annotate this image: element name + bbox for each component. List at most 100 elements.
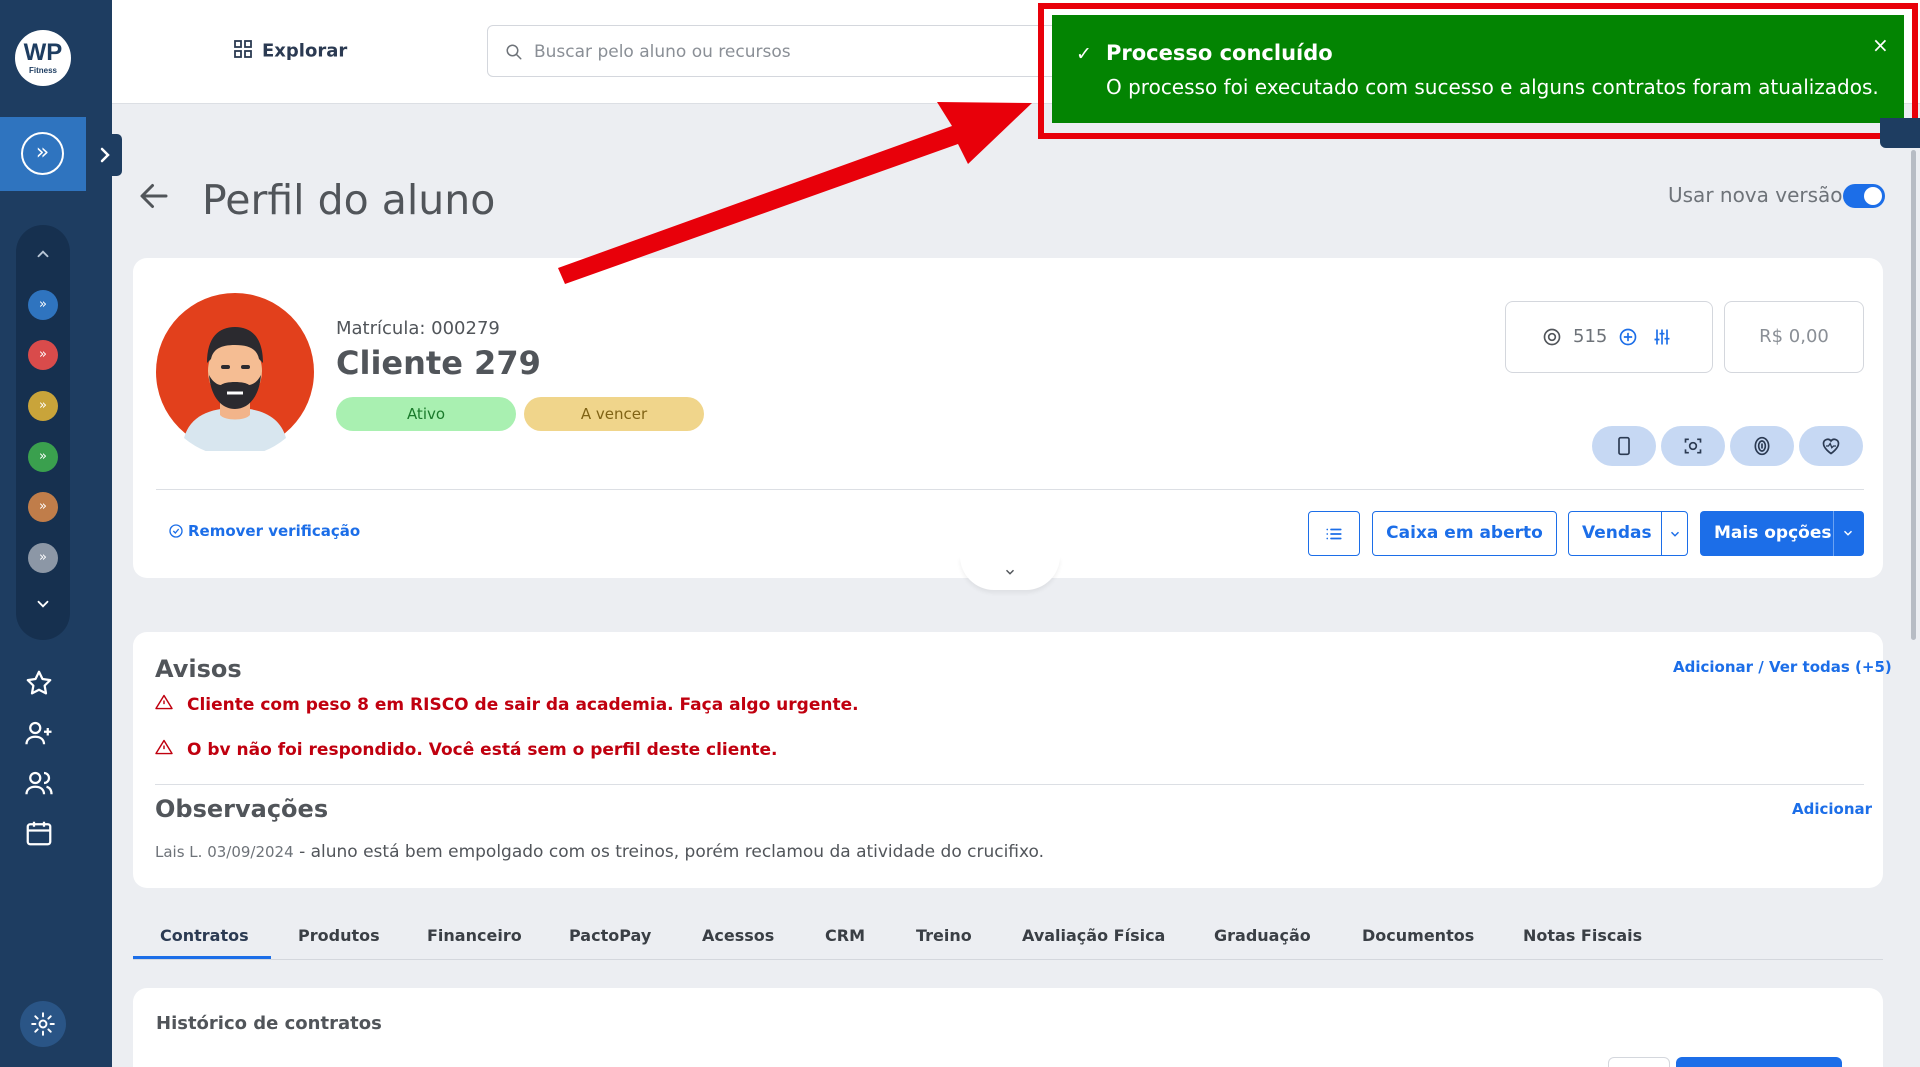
- tab-notas-fiscais[interactable]: Notas Fiscais: [1523, 926, 1642, 945]
- unit-item[interactable]: »: [28, 391, 58, 421]
- observation-text: - aluno está bem empolgado com os treino…: [299, 842, 1045, 862]
- search-icon: [506, 44, 522, 60]
- history-primary-button[interactable]: [1676, 1057, 1842, 1067]
- brand-logo[interactable]: WP Fitness: [15, 30, 71, 86]
- sliders-icon[interactable]: [1652, 327, 1672, 347]
- chevron-down-icon[interactable]: [1841, 526, 1855, 540]
- unit-list: » » » » » »: [16, 225, 70, 640]
- fingerprint-button[interactable]: [1730, 426, 1794, 466]
- chevron-down-icon[interactable]: [1668, 527, 1682, 541]
- check-icon: ✓: [1076, 43, 1092, 65]
- button-separator: [1833, 511, 1834, 556]
- star-icon[interactable]: [24, 668, 62, 706]
- heart-pulse-icon: [1822, 438, 1840, 455]
- collapse-handle[interactable]: [960, 556, 1060, 590]
- annotation-arrow-shape: [558, 102, 1032, 284]
- unit-logo-icon: »: [21, 132, 64, 175]
- points-box: 515: [1505, 301, 1713, 373]
- face-recognition-button[interactable]: [1661, 426, 1725, 466]
- sales-label: Vendas: [1582, 523, 1652, 543]
- unit-item[interactable]: »: [28, 340, 58, 370]
- tab-contratos[interactable]: Contratos: [160, 926, 249, 945]
- new-version-toggle[interactable]: [1843, 184, 1885, 208]
- tab-financeiro[interactable]: Financeiro: [427, 926, 522, 945]
- tab-documentos[interactable]: Documentos: [1362, 926, 1474, 945]
- phone-icon: [1618, 436, 1630, 456]
- observation-item: Lais L. 03/09/2024 - aluno está bem empo…: [155, 842, 1044, 862]
- explore-button[interactable]: Explorar: [234, 40, 347, 63]
- explore-label: Explorar: [262, 40, 348, 62]
- notice-text: O bv não foi respondido. Você está sem o…: [187, 740, 778, 760]
- new-version-label: Usar nova versão: [1668, 183, 1843, 207]
- notice-item: O bv não foi respondido. Você está sem o…: [155, 739, 778, 760]
- points-value: 515: [1573, 326, 1608, 347]
- active-unit[interactable]: »: [0, 117, 86, 191]
- warning-icon: [155, 739, 173, 760]
- chevron-up-icon[interactable]: [16, 245, 70, 268]
- notices-title: Avisos: [155, 655, 242, 683]
- back-arrow-icon[interactable]: [136, 178, 176, 218]
- unit-item[interactable]: »: [28, 492, 58, 522]
- tab-produtos[interactable]: Produtos: [298, 926, 380, 945]
- unit-item[interactable]: »: [28, 543, 58, 573]
- client-name: Cliente 279: [336, 344, 541, 382]
- success-toast: ✓ Processo concluído O processo foi exec…: [1052, 15, 1904, 123]
- health-button[interactable]: [1799, 426, 1863, 466]
- chevron-down-icon: [1005, 569, 1015, 575]
- mobile-access-button[interactable]: [1592, 426, 1656, 466]
- button-separator: [1661, 512, 1662, 555]
- tab-graduacao[interactable]: Graduação: [1214, 926, 1311, 945]
- contract-history-card: [133, 988, 1883, 1067]
- face-scan-icon: [1684, 438, 1702, 454]
- tab-pactopay[interactable]: PactoPay: [569, 926, 651, 945]
- grid-icon: [234, 40, 252, 63]
- remove-verification-link[interactable]: Remover verificação: [168, 522, 360, 540]
- history-secondary-button[interactable]: [1608, 1057, 1670, 1067]
- more-options-button[interactable]: Mais opções: [1700, 511, 1864, 556]
- close-icon[interactable]: ×: [1872, 33, 1889, 57]
- logo-subtext: Fitness: [28, 66, 57, 75]
- chevron-down-icon[interactable]: [16, 595, 70, 618]
- registration-number: Matrícula: 000279: [336, 318, 500, 339]
- observation-author: Lais L. 03/09/2024: [155, 843, 294, 861]
- tab-crm[interactable]: CRM: [825, 926, 865, 945]
- settings-button[interactable]: [20, 1001, 66, 1047]
- scrollbar[interactable]: [1911, 150, 1916, 640]
- tab-acessos[interactable]: Acessos: [702, 926, 774, 945]
- divider: [156, 489, 1864, 490]
- coin-icon: [1543, 328, 1561, 346]
- list-button[interactable]: [1308, 511, 1360, 556]
- cash-open-button[interactable]: Caixa em aberto: [1372, 511, 1557, 556]
- sales-button[interactable]: Vendas: [1568, 511, 1688, 556]
- page-title: Perfil do aluno: [202, 176, 496, 224]
- add-user-icon[interactable]: [24, 718, 62, 756]
- fingerprint-icon: [1754, 436, 1770, 456]
- remove-verification-label: Remover verificação: [188, 522, 361, 540]
- unit-item[interactable]: »: [28, 442, 58, 472]
- check-circle-icon: [169, 524, 183, 538]
- observations-title: Observações: [155, 795, 329, 823]
- unit-item[interactable]: »: [28, 290, 58, 320]
- notice-text: Cliente com peso 8 em RISCO de sair da a…: [187, 695, 859, 715]
- toast-title: Processo concluído: [1106, 41, 1333, 65]
- calendar-icon[interactable]: [24, 818, 62, 856]
- status-badge-active: Ativo: [336, 397, 516, 431]
- notice-item: Cliente com peso 8 em RISCO de sair da a…: [155, 694, 859, 715]
- more-options-label: Mais opções: [1714, 523, 1832, 543]
- balance-box: R$ 0,00: [1724, 301, 1864, 373]
- chevron-right-icon: [100, 147, 110, 163]
- users-icon[interactable]: [24, 768, 62, 806]
- avatar: [156, 293, 314, 457]
- tab-avaliacao-fisica[interactable]: Avaliação Física: [1022, 926, 1165, 945]
- notices-add-view-link[interactable]: Adicionar / Ver todas (+5): [1673, 658, 1892, 676]
- contract-history-title: Histórico de contratos: [156, 1013, 382, 1034]
- logo-text: WP: [23, 39, 63, 66]
- divider: [155, 784, 1864, 785]
- toast-message: O processo foi executado com sucesso e a…: [1106, 75, 1879, 99]
- observations-add-link[interactable]: Adicionar: [1792, 800, 1872, 818]
- expand-sidebar-button[interactable]: [88, 134, 122, 176]
- plus-circle-icon[interactable]: [1618, 327, 1638, 347]
- list-icon: [1326, 528, 1342, 540]
- chat-widget-tab[interactable]: [1880, 118, 1920, 148]
- tab-treino[interactable]: Treino: [916, 926, 972, 945]
